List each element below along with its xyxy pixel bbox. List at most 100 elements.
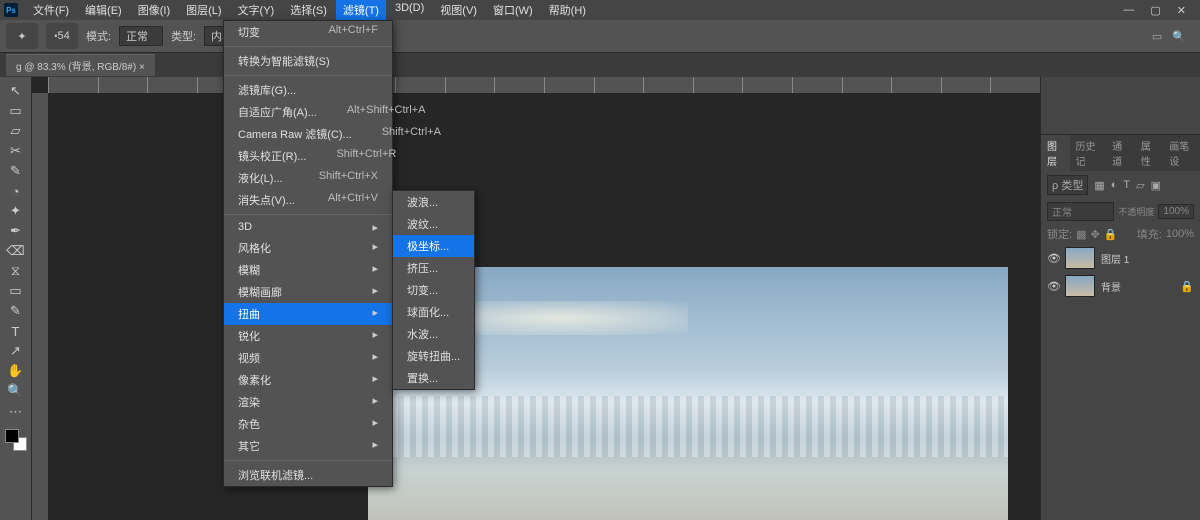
tool-brush[interactable]: ✦ <box>4 201 28 221</box>
tool-dodge[interactable]: ▭ <box>4 281 28 301</box>
distort-zigzag[interactable]: 水波... <box>393 323 474 345</box>
maximize-button[interactable]: ▢ <box>1146 4 1164 17</box>
blend-mode-select[interactable]: 正常 <box>1047 202 1114 221</box>
tool-eyedropper[interactable]: ✎ <box>4 161 28 181</box>
document-tab[interactable]: g @ 83.3% (背景, RGB/8#) × <box>6 54 155 76</box>
tab-channels[interactable]: 通道 <box>1106 135 1135 171</box>
visibility-icon[interactable]: 👁 <box>1047 280 1059 293</box>
menu-window[interactable]: 窗口(W) <box>486 0 540 20</box>
filter-smart-icon[interactable]: ▣ <box>1151 179 1161 192</box>
search-icon[interactable]: 🔍 <box>1172 30 1186 43</box>
workspace-icon[interactable]: ▭ <box>1152 30 1162 43</box>
tool-heal[interactable]: ◔ <box>4 181 28 201</box>
visibility-icon[interactable]: 👁 <box>1047 252 1059 265</box>
tool-type[interactable]: T <box>4 321 28 341</box>
filter-smart[interactable]: 转换为智能滤镜(S) <box>224 50 392 72</box>
tool-lasso[interactable]: ▱ <box>4 121 28 141</box>
filter-browse[interactable]: 浏览联机滤镜... <box>224 464 392 486</box>
filter-shape-icon[interactable]: ▱ <box>1136 179 1144 192</box>
tab-brushes[interactable]: 画笔设 <box>1163 135 1200 171</box>
distort-ripple[interactable]: 波纹... <box>393 213 474 235</box>
filter-adjust-icon[interactable]: ◐ <box>1111 179 1118 191</box>
filter-type-icon[interactable]: T <box>1123 179 1130 191</box>
filter-vanish[interactable]: 消失点(V)...Alt+Ctrl+V <box>224 189 392 211</box>
filter-distort[interactable]: 扭曲▸ <box>224 303 392 325</box>
filter-render[interactable]: 渲染▸ <box>224 391 392 413</box>
tool-gradient[interactable]: ⧖ <box>4 261 28 281</box>
menu-layer[interactable]: 图层(L) <box>179 0 228 20</box>
panels: 图层 历史记 通道 属性 画笔设 ρ 类型 ▦ ◐ T ▱ ▣ 正常 不透明度 … <box>1040 77 1200 520</box>
tab-properties[interactable]: 属性 <box>1135 135 1164 171</box>
options-bar: ✦ • 54 模式: 正常 类型: 内容识别 ◧ ◈ ◉ ▭ 🔍 <box>0 20 1200 53</box>
tool-zoom[interactable]: 🔍 <box>4 381 28 401</box>
mode-label: 模式: <box>86 28 111 44</box>
document-tabs: g @ 83.3% (背景, RGB/8#) × <box>0 53 1200 77</box>
brush-preset-picker[interactable]: • 54 <box>46 23 78 49</box>
menu-type[interactable]: 文字(Y) <box>231 0 282 20</box>
tool-move[interactable]: ↖ <box>4 81 28 101</box>
minimize-button[interactable]: — <box>1119 4 1138 17</box>
lock-row: 锁定: ▩ ✥ 🔒 填充: 100% <box>1041 224 1200 244</box>
tool-hand[interactable]: ✋ <box>4 361 28 381</box>
filter-adaptive[interactable]: 自适应广角(A)...Alt+Shift+Ctrl+A <box>224 101 392 123</box>
distort-displace[interactable]: 置换... <box>393 367 474 389</box>
menu-edit[interactable]: 编辑(E) <box>78 0 129 20</box>
tool-marquee[interactable]: ▭ <box>4 101 28 121</box>
layer-row[interactable]: 👁 图层 1 <box>1041 244 1200 272</box>
distort-spherize[interactable]: 球面化... <box>393 301 474 323</box>
mode-select[interactable]: 正常 <box>119 26 163 46</box>
layer-row[interactable]: 👁 背景 🔒 <box>1041 272 1200 300</box>
lock-position-icon[interactable]: ✥ <box>1090 228 1099 241</box>
menu-filter[interactable]: 滤镜(T) <box>336 0 386 20</box>
layer-kind-select[interactable]: ρ 类型 <box>1047 175 1088 195</box>
close-button[interactable]: ✕ <box>1173 4 1190 17</box>
filter-liquify[interactable]: 液化(L)...Shift+Ctrl+X <box>224 167 392 189</box>
menu-3d[interactable]: 3D(D) <box>388 0 431 20</box>
main-area: ↖ ▭ ▱ ✂ ✎ ◔ ✦ ✒ ⌫ ⧖ ▭ ✎ T ↗ ✋ 🔍 ⋯ 图层 历史记… <box>0 77 1200 520</box>
menu-help[interactable]: 帮助(H) <box>542 0 593 20</box>
tab-history[interactable]: 历史记 <box>1070 135 1107 171</box>
distort-wave[interactable]: 波浪... <box>393 191 474 213</box>
filter-image-icon[interactable]: ▦ <box>1094 179 1104 192</box>
distort-twirl[interactable]: 旋转扭曲... <box>393 345 474 367</box>
menu-select[interactable]: 选择(S) <box>283 0 334 20</box>
filter-pixelate[interactable]: 像素化▸ <box>224 369 392 391</box>
layer-thumbnail[interactable] <box>1065 247 1095 269</box>
tool-eraser[interactable]: ⌫ <box>4 241 28 261</box>
tab-layers[interactable]: 图层 <box>1041 135 1070 171</box>
fill-field[interactable]: 100% <box>1166 228 1194 240</box>
distort-pinch[interactable]: 挤压... <box>393 257 474 279</box>
lock-pixels-icon[interactable]: ▩ <box>1076 228 1086 241</box>
tool-crop[interactable]: ✂ <box>4 141 28 161</box>
filter-sharpen[interactable]: 锐化▸ <box>224 325 392 347</box>
filter-camera-raw[interactable]: Camera Raw 滤镜(C)...Shift+Ctrl+A <box>224 123 392 145</box>
tool-path[interactable]: ↗ <box>4 341 28 361</box>
foreground-color[interactable] <box>5 429 19 443</box>
tool-clone[interactable]: ✒ <box>4 221 28 241</box>
menu-view[interactable]: 视图(V) <box>433 0 484 20</box>
filter-blur[interactable]: 模糊▸ <box>224 259 392 281</box>
filter-other[interactable]: 其它▸ <box>224 435 392 457</box>
distort-polar[interactable]: 极坐标... <box>393 235 474 257</box>
layer-thumbnail[interactable] <box>1065 275 1095 297</box>
distort-shear[interactable]: 切变... <box>393 279 474 301</box>
current-tool-icon[interactable]: ✦ <box>6 23 38 49</box>
lock-label: 锁定: <box>1047 226 1072 242</box>
filter-3d[interactable]: 3D▸ <box>224 218 392 237</box>
layer-name[interactable]: 背景 <box>1101 279 1121 294</box>
tool-pen[interactable]: ✎ <box>4 301 28 321</box>
tool-more[interactable]: ⋯ <box>4 401 28 423</box>
filter-stylize[interactable]: 风格化▸ <box>224 237 392 259</box>
color-swatches[interactable] <box>5 429 27 451</box>
layer-name[interactable]: 图层 1 <box>1101 251 1129 266</box>
filter-blur-gallery[interactable]: 模糊画廊▸ <box>224 281 392 303</box>
lock-all-icon[interactable]: 🔒 <box>1104 228 1118 241</box>
menu-image[interactable]: 图像(I) <box>131 0 177 20</box>
filter-noise[interactable]: 杂色▸ <box>224 413 392 435</box>
filter-video[interactable]: 视频▸ <box>224 347 392 369</box>
filter-lens[interactable]: 镜头校正(R)...Shift+Ctrl+R <box>224 145 392 167</box>
menu-file[interactable]: 文件(F) <box>26 0 76 20</box>
filter-gallery[interactable]: 滤镜库(G)... <box>224 79 392 101</box>
opacity-field[interactable]: 100% <box>1158 204 1194 219</box>
filter-last[interactable]: 切变Alt+Ctrl+F <box>224 21 392 43</box>
